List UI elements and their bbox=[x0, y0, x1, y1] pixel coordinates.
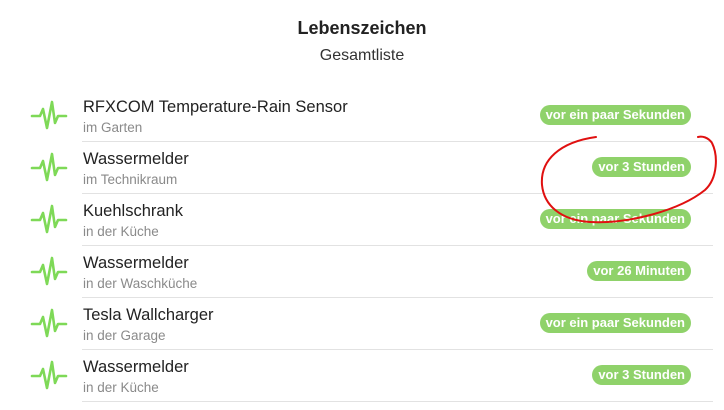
vital-signs-page: Lebenszeichen Gesamtliste RFXCOM Tempera… bbox=[0, 0, 724, 410]
device-name: Tesla Wallcharger bbox=[83, 306, 214, 324]
device-name: Kuehlschrank bbox=[83, 202, 183, 220]
device-location: in der Küche bbox=[83, 224, 159, 239]
list-item[interactable]: Wassermelder im Technikraum vor 3 Stunde… bbox=[0, 142, 724, 194]
heartbeat-icon bbox=[30, 306, 68, 342]
row-divider bbox=[82, 401, 713, 402]
status-badge: vor ein paar Sekunden bbox=[539, 313, 691, 333]
page-title: Lebenszeichen bbox=[297, 18, 427, 38]
heartbeat-icon bbox=[30, 254, 68, 290]
device-location: im Technikraum bbox=[83, 172, 178, 187]
status-badge: vor 3 Stunden bbox=[592, 365, 691, 385]
heartbeat-icon bbox=[30, 98, 68, 134]
status-badge: vor 3 Stunden bbox=[592, 157, 691, 177]
page-subtitle: Gesamtliste bbox=[319, 47, 405, 64]
status-badge: vor 26 Minuten bbox=[587, 261, 691, 281]
device-name: Wassermelder bbox=[83, 358, 189, 376]
device-location: in der Waschküche bbox=[83, 276, 198, 291]
device-location: im Garten bbox=[83, 120, 143, 135]
list-item[interactable]: RFXCOM Temperature-Rain Sensor im Garten… bbox=[0, 90, 724, 142]
list-item[interactable]: Wassermelder in der Küche vor 3 Stunden bbox=[0, 350, 724, 402]
heartbeat-icon bbox=[30, 358, 68, 394]
list-item[interactable]: Tesla Wallcharger in der Garage vor ein … bbox=[0, 298, 724, 350]
device-location: in der Garage bbox=[83, 328, 166, 343]
status-badge: vor ein paar Sekunden bbox=[539, 105, 691, 125]
device-list: RFXCOM Temperature-Rain Sensor im Garten… bbox=[0, 90, 724, 402]
status-badge: vor ein paar Sekunden bbox=[539, 209, 691, 229]
heartbeat-icon bbox=[30, 202, 68, 238]
device-name: Wassermelder bbox=[83, 150, 189, 168]
heartbeat-icon bbox=[30, 150, 68, 186]
list-item[interactable]: Kuehlschrank in der Küche vor ein paar S… bbox=[0, 194, 724, 246]
list-item[interactable]: Wassermelder in der Waschküche vor 26 Mi… bbox=[0, 246, 724, 298]
device-name: Wassermelder bbox=[83, 254, 189, 272]
device-location: in der Küche bbox=[83, 380, 159, 395]
device-name: RFXCOM Temperature-Rain Sensor bbox=[83, 98, 348, 116]
